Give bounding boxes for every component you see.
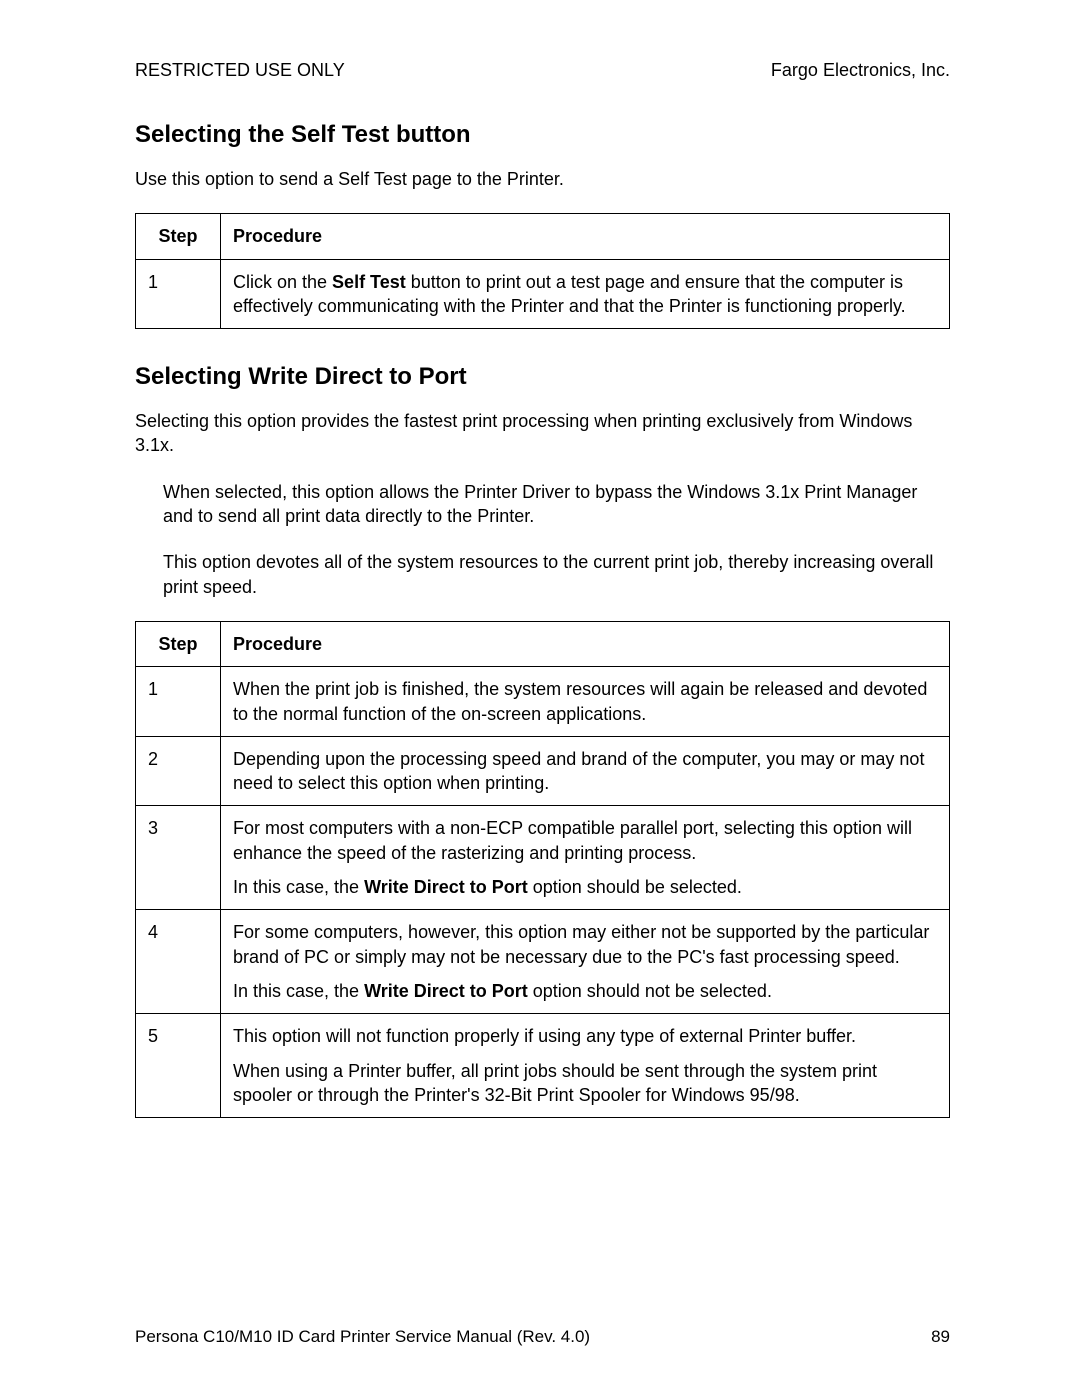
paragraph: In this case, the Write Direct to Port o…	[233, 979, 937, 1003]
header-right: Fargo Electronics, Inc.	[771, 60, 950, 81]
paragraph: When using a Printer buffer, all print j…	[233, 1059, 937, 1108]
table-row: 1 Click on the Self Test button to print…	[136, 259, 950, 329]
section2-intro: Selecting this option provides the faste…	[135, 409, 950, 458]
col-header-step: Step	[136, 214, 221, 259]
table-row: 4 For some computers, however, this opti…	[136, 910, 950, 1014]
procedure-cell: Depending upon the processing speed and …	[221, 736, 950, 806]
header-left: RESTRICTED USE ONLY	[135, 60, 345, 81]
page-number: 89	[931, 1327, 950, 1347]
table-row: 2 Depending upon the processing speed an…	[136, 736, 950, 806]
col-header-procedure: Procedure	[221, 621, 950, 666]
paragraph: In this case, the Write Direct to Port o…	[233, 875, 937, 899]
paragraph: When selected, this option allows the Pr…	[163, 480, 950, 529]
bold-text: Write Direct to Port	[364, 981, 528, 1001]
bold-text: Write Direct to Port	[364, 877, 528, 897]
section2: Selecting Write Direct to Port Selecting…	[135, 363, 950, 1118]
procedure-cell: This option will not function properly i…	[221, 1014, 950, 1118]
page-header: RESTRICTED USE ONLY Fargo Electronics, I…	[135, 60, 950, 81]
table-header-row: Step Procedure	[136, 214, 950, 259]
step-number: 2	[136, 736, 221, 806]
section1-title: Selecting the Self Test button	[135, 121, 950, 149]
section1-table: Step Procedure 1 Click on the Self Test …	[135, 213, 950, 329]
table-header-row: Step Procedure	[136, 621, 950, 666]
procedure-cell: For some computers, however, this option…	[221, 910, 950, 1014]
indented-block: When selected, this option allows the Pr…	[163, 480, 950, 599]
procedure-cell: For most computers with a non-ECP compat…	[221, 806, 950, 910]
footer-left: Persona C10/M10 ID Card Printer Service …	[135, 1327, 590, 1347]
text-segment: Click on the	[233, 272, 332, 292]
paragraph: This option will not function properly i…	[233, 1024, 937, 1048]
text-segment: In this case, the	[233, 877, 364, 897]
step-number: 1	[136, 667, 221, 737]
text-segment: option should not be selected.	[528, 981, 772, 1001]
step-number: 3	[136, 806, 221, 910]
procedure-cell: When the print job is finished, the syst…	[221, 667, 950, 737]
paragraph: For most computers with a non-ECP compat…	[233, 816, 937, 865]
step-number: 1	[136, 259, 221, 329]
table-row: 3 For most computers with a non-ECP comp…	[136, 806, 950, 910]
col-header-procedure: Procedure	[221, 214, 950, 259]
step-number: 4	[136, 910, 221, 1014]
paragraph: This option devotes all of the system re…	[163, 550, 950, 599]
document-page: RESTRICTED USE ONLY Fargo Electronics, I…	[0, 0, 1080, 1397]
procedure-cell: Click on the Self Test button to print o…	[221, 259, 950, 329]
text-segment: option should be selected.	[528, 877, 742, 897]
table-row: 5 This option will not function properly…	[136, 1014, 950, 1118]
section2-table: Step Procedure 1 When the print job is f…	[135, 621, 950, 1118]
section2-title: Selecting Write Direct to Port	[135, 363, 950, 391]
step-number: 5	[136, 1014, 221, 1118]
col-header-step: Step	[136, 621, 221, 666]
text-segment: In this case, the	[233, 981, 364, 1001]
page-footer: Persona C10/M10 ID Card Printer Service …	[135, 1317, 950, 1347]
bold-text: Self Test	[332, 272, 406, 292]
paragraph: For some computers, however, this option…	[233, 920, 937, 969]
section1-intro: Use this option to send a Self Test page…	[135, 167, 950, 191]
table-row: 1 When the print job is finished, the sy…	[136, 667, 950, 737]
